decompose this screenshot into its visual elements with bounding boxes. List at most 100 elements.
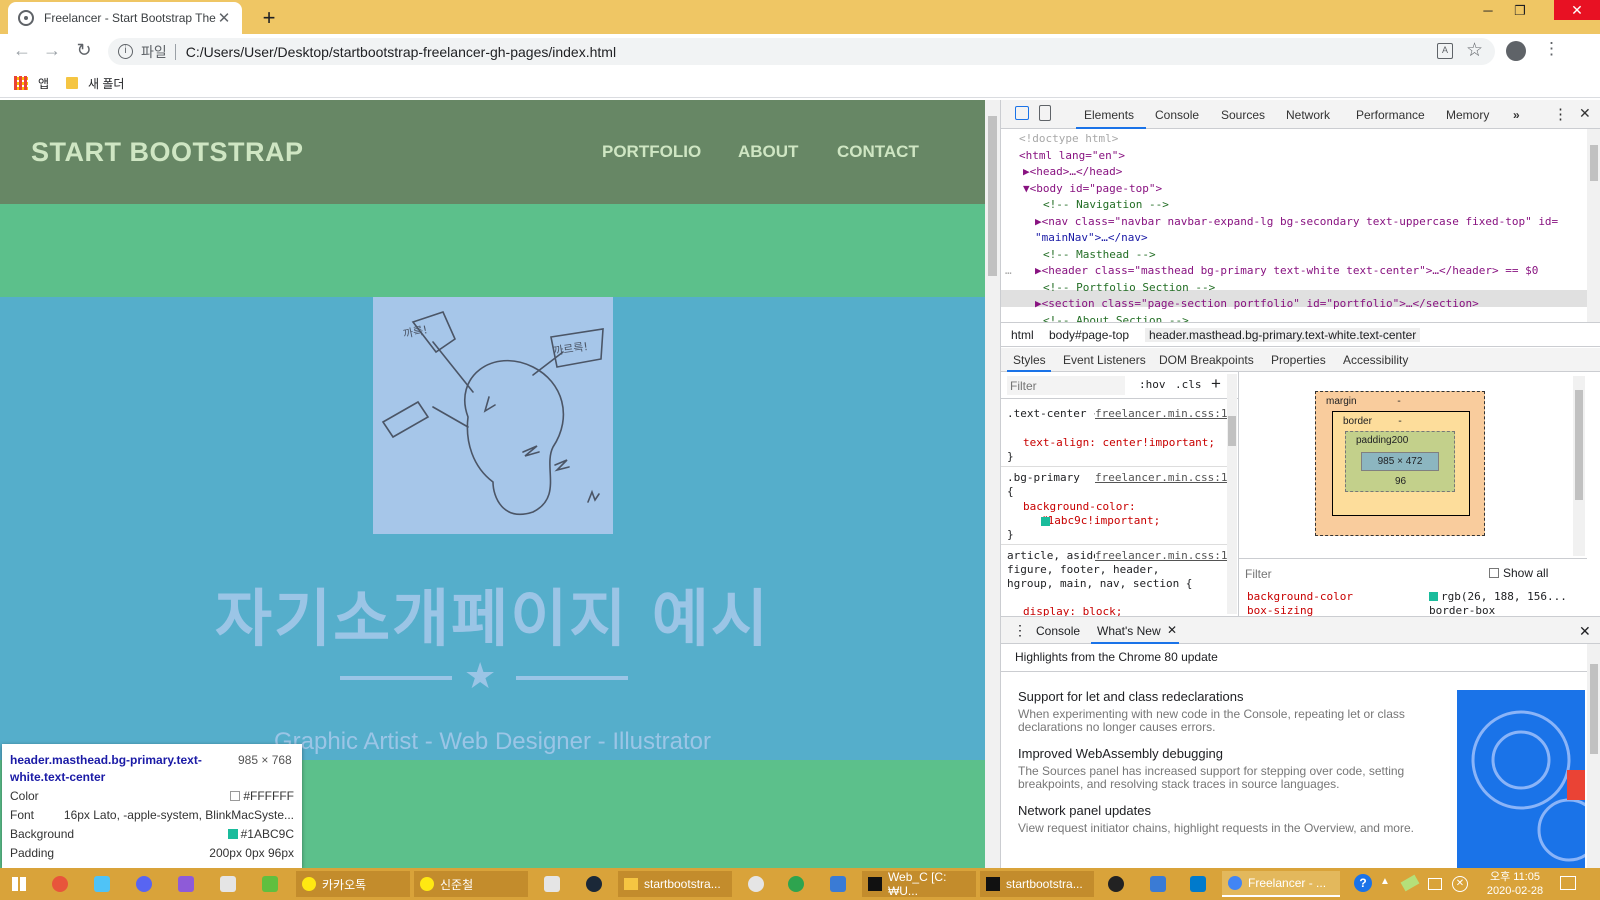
box-scrollbar[interactable] <box>1573 376 1585 556</box>
green-app-icon[interactable] <box>262 876 278 892</box>
device-toolbar-icon[interactable] <box>1039 105 1051 121</box>
volume-icon[interactable]: ✕ <box>1452 876 1468 892</box>
inspect-element-icon[interactable] <box>1015 106 1029 120</box>
computed-filter-input[interactable] <box>1245 565 1445 583</box>
notes-icon[interactable] <box>544 876 560 892</box>
back-icon[interactable]: ← <box>10 40 34 61</box>
drawer-scrollbar[interactable] <box>1587 644 1600 868</box>
new-tab-button[interactable]: + <box>256 5 282 31</box>
address-bar[interactable]: i 파일 C:/Users/User/Desktop/startbootstra… <box>108 38 1495 65</box>
style-declaration[interactable]: text-align: center!important; <box>1023 436 1215 450</box>
feature-title[interactable]: Improved WebAssembly debugging <box>1018 746 1223 761</box>
url-text[interactable]: C:/Users/User/Desktop/startbootstrap-fre… <box>186 44 616 60</box>
close-tab-icon[interactable]: ✕ <box>216 9 232 27</box>
box-content[interactable]: 985 × 472 <box>1361 452 1439 471</box>
taskbar-window-kakaotalk[interactable]: 카카오톡 <box>296 871 410 897</box>
tray-app-icon[interactable] <box>1400 874 1420 892</box>
notifications-icon[interactable] <box>1560 876 1576 890</box>
dom-scrollbar[interactable] <box>1587 129 1600 322</box>
apps-icon[interactable] <box>14 76 28 90</box>
drawer-tab-console[interactable]: Console <box>1036 624 1080 638</box>
style-declaration[interactable]: background-color: #1abc9c!important; <box>1023 500 1213 528</box>
close-drawer-tab-icon[interactable]: ✕ <box>1167 623 1177 637</box>
minimize-button[interactable]: ─ <box>1472 0 1504 26</box>
devtools-close-icon[interactable]: ✕ <box>1579 105 1591 122</box>
site-brand[interactable]: START BOOTSTRAP <box>31 137 304 168</box>
subtab-properties[interactable]: Properties <box>1271 353 1326 367</box>
tab-console[interactable]: Console <box>1155 108 1199 122</box>
styles-scrollbar[interactable] <box>1227 374 1237 614</box>
info-icon[interactable]: i <box>118 44 133 59</box>
vscode-icon[interactable] <box>1190 876 1206 892</box>
dom-line-ellipsis[interactable]: … <box>1005 263 1012 280</box>
taskbar-window-pycharm[interactable]: Web_C [C:₩U... <box>862 870 976 898</box>
windows-start-icon[interactable] <box>12 877 26 891</box>
subtab-dom-breakpoints[interactable]: DOM Breakpoints <box>1159 353 1254 367</box>
dom-tree[interactable]: <!doctype html> <html lang="en"> ▶<head>… <box>1001 129 1600 322</box>
nav-link-portfolio[interactable]: PORTFOLIO <box>602 142 701 162</box>
app-icon[interactable] <box>1150 876 1166 892</box>
star-icon[interactable]: ☆ <box>1466 39 1483 62</box>
computed-prop[interactable]: background-color <box>1247 590 1353 603</box>
feature-title[interactable]: Support for let and class redeclarations <box>1018 689 1243 704</box>
system-clock[interactable]: 오후 11:05 2020-02-28 <box>1480 870 1550 898</box>
translate-icon[interactable]: A <box>1437 43 1453 59</box>
steam-icon[interactable] <box>586 876 602 892</box>
app-icon[interactable] <box>830 876 846 892</box>
page-scrollbar[interactable] <box>985 100 1000 868</box>
scrollbar-thumb[interactable] <box>988 116 997 276</box>
tray-expand-icon[interactable]: ▲ <box>1380 876 1390 887</box>
taskbar-window-folder[interactable]: startbootstra... <box>618 871 732 897</box>
restore-button[interactable]: ❐ <box>1504 0 1536 26</box>
feature-title[interactable]: Network panel updates <box>1018 803 1151 818</box>
visual-studio-icon[interactable] <box>178 876 194 892</box>
devtools-menu-icon[interactable]: ⋮ <box>1553 105 1568 123</box>
breadcrumb-header[interactable]: header.masthead.bg-primary.text-white.te… <box>1145 328 1421 342</box>
app-icon[interactable] <box>1108 876 1124 892</box>
tab-network[interactable]: Network <box>1286 108 1330 122</box>
box-border[interactable]: border - padding200 985 × 472 96 <box>1332 411 1470 516</box>
drawer-tab-whats-new[interactable]: What's New <box>1097 624 1161 638</box>
app-icon[interactable] <box>748 876 764 892</box>
style-declaration[interactable]: display: block; <box>1023 605 1122 616</box>
bookmark-folder[interactable]: 새 폴더 <box>88 75 124 92</box>
breadcrumb-html[interactable]: html <box>1011 328 1034 342</box>
file-explorer-icon[interactable] <box>94 876 110 892</box>
tab-memory[interactable]: Memory <box>1446 108 1489 122</box>
bookmark-apps[interactable]: 앱 <box>38 75 49 92</box>
app-icon[interactable] <box>788 876 804 892</box>
subtab-styles[interactable]: Styles <box>1013 353 1046 367</box>
discord-icon[interactable] <box>136 876 152 892</box>
taskbar-window-pycharm-2[interactable]: startbootstra... <box>980 871 1094 897</box>
browser-tab[interactable]: Freelancer - Start Bootstrap Theme ✕ <box>8 2 242 34</box>
window-close-button[interactable]: ✕ <box>1554 0 1600 20</box>
more-menu-icon[interactable]: ⋮ <box>1543 39 1560 59</box>
close-drawer-icon[interactable]: ✕ <box>1579 623 1591 640</box>
taskbar-window-chat[interactable]: 신준철 <box>414 871 528 897</box>
reload-icon[interactable]: ↻ <box>72 40 96 61</box>
nav-link-contact[interactable]: CONTACT <box>837 142 919 162</box>
browser-app-icon[interactable] <box>52 876 68 892</box>
network-icon[interactable] <box>1428 878 1442 890</box>
show-all-checkbox[interactable] <box>1489 568 1499 578</box>
style-rule-source[interactable]: freelancer.min.css:10 <box>1095 471 1235 486</box>
box-margin[interactable]: margin - border - padding200 985 × 472 9… <box>1315 391 1485 536</box>
box-padding[interactable]: padding200 985 × 472 96 <box>1345 431 1455 492</box>
style-rule-source[interactable]: freelancer.min.css:10 <box>1095 407 1235 422</box>
subtab-event-listeners[interactable]: Event Listeners <box>1063 353 1146 367</box>
taskbar-window-chrome[interactable]: Freelancer - ... <box>1222 871 1340 897</box>
tab-performance[interactable]: Performance <box>1356 108 1425 122</box>
help-icon[interactable]: ? <box>1354 874 1372 892</box>
nav-link-about[interactable]: ABOUT <box>738 142 798 162</box>
tab-elements[interactable]: Elements <box>1084 108 1134 122</box>
style-rule-source[interactable]: freelancer.min.css:10 <box>1095 549 1235 564</box>
forward-icon[interactable]: → <box>40 40 64 61</box>
more-tabs-icon[interactable]: » <box>1513 108 1520 122</box>
notepad-icon[interactable] <box>220 876 236 892</box>
subtab-accessibility[interactable]: Accessibility <box>1343 353 1408 367</box>
profile-avatar-icon[interactable] <box>1506 41 1526 61</box>
tab-sources[interactable]: Sources <box>1221 108 1265 122</box>
drawer-menu-icon[interactable]: ⋮ <box>1013 622 1027 639</box>
color-swatch[interactable] <box>1041 517 1050 526</box>
breadcrumb-body[interactable]: body#page-top <box>1049 328 1129 342</box>
